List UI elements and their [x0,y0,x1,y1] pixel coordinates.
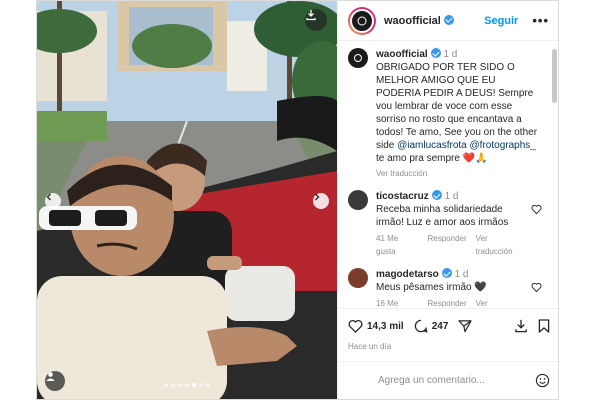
comment-item: ticostacruz 1 d Receba minha solidarieda… [348,190,542,258]
comment-icon [414,319,428,333]
download-icon[interactable] [514,319,528,333]
comment-time: 1 d [454,269,469,280]
carousel-dot [199,383,203,387]
comment-username[interactable]: magodetarso [376,269,439,280]
download-icon[interactable] [305,9,327,31]
comment-composer [338,361,558,399]
comment-text: Meus pêsames irmão 🖤 [376,282,487,293]
caption-time: 1 d [443,49,458,60]
comment-avatar[interactable] [348,268,368,288]
carousel-dot [178,383,182,387]
mention-link[interactable]: @frotographs_ [470,140,536,151]
user-tag-icon[interactable] [45,371,65,391]
comment-like-icon[interactable] [531,282,542,293]
comments-scrollbar[interactable] [552,49,557,103]
see-translation-link[interactable]: Ver traducción [476,297,525,307]
comment-avatar[interactable] [348,190,368,210]
carousel-indicator [37,383,337,387]
post-photo[interactable] [37,1,337,399]
send-icon [458,320,473,333]
post-header: waoofficial Seguir ••• [338,1,558,41]
verified-icon [443,14,454,25]
caption-text-part: OBRIGADO POR TER SIDO O MELHOR AMIGO QUE… [376,62,538,151]
caption-text-part: te amo pra sempre ❤️🙏 [376,153,488,164]
verified-icon [431,190,442,200]
comment-likes[interactable]: 16 Me gusta [376,297,419,307]
author-username[interactable]: waoofficial [384,14,454,27]
comment-likes[interactable]: 41 Me gusta [376,232,419,258]
heart-icon [348,320,363,333]
comment-username[interactable]: ticostacruz [376,191,429,202]
caption-avatar[interactable] [348,48,368,68]
post-actions: 14,3 mil 247 Hace un día [338,308,558,351]
reply-button[interactable]: Responder [428,232,467,258]
carousel-dot [164,383,168,387]
see-translation-link[interactable]: Ver traducción [476,232,525,258]
carousel-dot [185,383,189,387]
verified-icon [441,268,452,278]
like-button[interactable]: 14,3 mil [348,319,404,333]
share-button[interactable] [458,319,476,333]
like-count: 14,3 mil [367,320,404,332]
reply-button[interactable]: Responder [428,297,467,307]
comment-item: magodetarso 1 d Meus pêsames irmão 🖤 16 … [348,268,542,307]
comment-like-icon[interactable] [531,204,542,215]
chevron-left-icon[interactable] [45,193,61,209]
verified-icon [430,48,441,58]
caption-text: OBRIGADO POR TER SIDO O MELHOR AMIGO QUE… [376,61,542,165]
more-options-icon[interactable]: ••• [532,13,549,28]
mention-link[interactable]: @iamlucasfrota [397,140,467,151]
photo-illustration [37,1,337,399]
post-dialog: waoofficial Seguir ••• waoofficial 1 d O… [36,0,559,400]
bookmark-icon[interactable] [538,319,550,333]
comment-count: 247 [431,320,449,332]
follow-button[interactable]: Seguir [484,15,518,27]
comments-list[interactable]: waoofficial 1 d OBRIGADO POR TER SIDO O … [338,42,552,307]
caption-username[interactable]: waoofficial [376,49,428,60]
emoji-icon[interactable] [535,373,550,388]
comment-input[interactable] [378,375,535,386]
comment-button[interactable]: 247 [414,319,449,333]
carousel-dot [192,383,196,387]
post-date[interactable]: Hace un día [348,342,550,351]
see-translation-link[interactable]: Ver traducción [376,167,542,180]
comment-time: 1 d [444,191,459,202]
chevron-right-icon[interactable] [313,193,329,209]
post-side-panel: waoofficial Seguir ••• waoofficial 1 d O… [337,1,558,399]
comment-text: Receba minha solidariedade irmão! Luz e … [376,204,509,228]
author-avatar[interactable] [348,6,376,35]
carousel-dot [206,383,210,387]
carousel-dot [171,383,175,387]
caption: waoofficial 1 d OBRIGADO POR TER SIDO O … [348,48,542,180]
